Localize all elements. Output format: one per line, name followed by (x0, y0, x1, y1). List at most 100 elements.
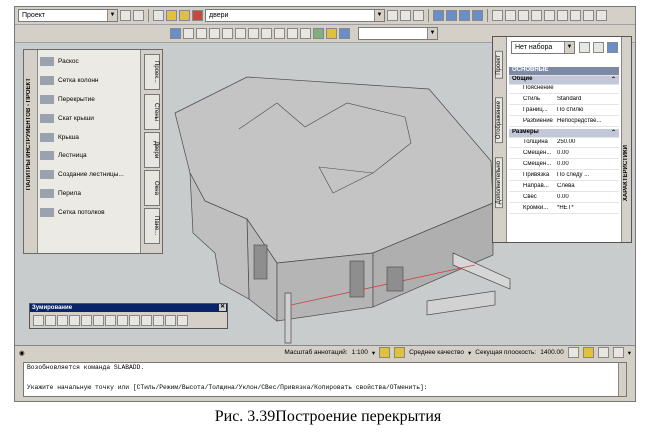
status-tool-icon[interactable] (567, 347, 579, 358)
status-menu-icon[interactable]: ◉ (19, 349, 25, 357)
tab-display[interactable]: Отображение (495, 97, 503, 144)
property-row[interactable]: Направ... Слева (509, 183, 619, 192)
zoom-previous-icon[interactable] (153, 315, 164, 326)
layer-states-icon[interactable] (413, 10, 424, 21)
draw-icon[interactable] (492, 10, 503, 21)
visual-style-icon[interactable] (339, 28, 350, 39)
zoom-realtime-icon[interactable] (33, 315, 44, 326)
tab-project[interactable]: Проект (495, 51, 503, 79)
pan-icon[interactable] (165, 315, 176, 326)
category-general[interactable]: Общие ⌃ (509, 76, 619, 85)
annotation-scale-value[interactable]: 1:100 (352, 349, 368, 356)
tile-view-icon[interactable] (446, 10, 457, 21)
bulb-icon[interactable] (582, 347, 594, 358)
layer-make-current-icon[interactable] (387, 10, 398, 21)
tool-palette-item[interactable]: Сетка колонн (40, 71, 140, 90)
toggle-pickadd-icon[interactable] (607, 42, 618, 53)
tool-palette-item[interactable]: Создание лестницы... (40, 165, 140, 184)
tool-palette-tab[interactable]: Проек... (144, 54, 160, 90)
layer-manager-icon[interactable] (153, 10, 164, 21)
property-value[interactable]: 0.00 (557, 150, 569, 156)
view-icon[interactable] (583, 10, 594, 21)
view-cube-icon[interactable] (261, 28, 272, 39)
lightbulb-icon[interactable] (166, 10, 177, 21)
tool-palette-tab[interactable]: Двери (144, 132, 160, 168)
move-icon[interactable] (557, 10, 568, 21)
zoom-dynamic-icon[interactable] (57, 315, 68, 326)
drawing-viewport[interactable]: ПАЛИТРЫ ИНСТРУМЕНТОВ - ПРОЕКТ Раскос Сетк… (15, 36, 635, 345)
house-icon[interactable] (274, 28, 285, 39)
property-value[interactable]: По стилю (557, 107, 583, 113)
property-row[interactable]: Разбиение Непосредстве... (509, 118, 619, 127)
property-value[interactable]: 0.00 (557, 161, 569, 167)
tool-palette-item[interactable]: Скат крыши (40, 109, 140, 128)
command-scrollbar[interactable] (618, 363, 626, 396)
tile-view-icon[interactable] (459, 10, 470, 21)
tool-palette-item[interactable]: Раскос (40, 52, 140, 71)
tool-palette-item[interactable]: Лестница (40, 146, 140, 165)
property-value[interactable]: Слева (557, 183, 575, 189)
chevron-down-icon[interactable]: ▾ (468, 349, 471, 357)
layer-select[interactable]: двери ▼ (205, 9, 385, 22)
chevron-down-icon[interactable]: ▾ (628, 349, 631, 357)
pan-icon[interactable] (183, 28, 194, 39)
elevation-icon[interactable] (300, 28, 311, 39)
property-row[interactable]: Кромки... *НЕТ* (509, 205, 619, 214)
zoom-toolbar-title[interactable]: Зумирование ✕ (30, 304, 227, 312)
region-icon[interactable] (531, 10, 542, 21)
select-objects-icon[interactable] (593, 42, 604, 53)
layout-icon[interactable] (120, 10, 131, 21)
camera-icon[interactable] (248, 28, 259, 39)
property-row[interactable]: Привязка По следу ... (509, 172, 619, 181)
walk-icon[interactable] (222, 28, 233, 39)
annotation-visibility-icon[interactable] (379, 347, 391, 358)
property-row[interactable]: Смещен... 0.00 (509, 161, 619, 170)
property-value[interactable]: 250.00 (557, 139, 575, 145)
layer-previous-icon[interactable] (400, 10, 411, 21)
tool-palette-item[interactable]: Перекрытие (40, 90, 140, 109)
tool-palette-tab[interactable]: Пане... (144, 208, 160, 244)
property-row[interactable]: Свес 0.00 (509, 194, 619, 203)
render-icon[interactable] (313, 28, 324, 39)
tool-palette-item[interactable]: Крыша (40, 128, 140, 147)
tab-extended[interactable]: Дополнительно (495, 157, 503, 209)
grid-icon[interactable] (544, 10, 555, 21)
zoom-window-icon[interactable] (45, 315, 56, 326)
auto-scale-icon[interactable] (394, 347, 406, 358)
isolate-icon[interactable] (597, 347, 609, 358)
project-select[interactable]: Проект ▼ (18, 9, 118, 22)
category-sizes[interactable]: Размеры ⌃ (509, 129, 619, 138)
sun-icon[interactable] (179, 10, 190, 21)
section-plane-value[interactable]: 1400.00 (540, 349, 564, 356)
command-line[interactable]: Возобновляется команда SLABADD. Укажите … (23, 362, 627, 397)
zoom-icon[interactable] (196, 28, 207, 39)
tool-palette-item[interactable]: Перила (40, 184, 140, 203)
tool-palette-tab[interactable]: Окна (144, 170, 160, 206)
chevron-down-icon[interactable]: ▼ (564, 42, 574, 53)
view-select[interactable]: ▼ (358, 27, 438, 40)
chevron-down-icon[interactable]: ▼ (374, 10, 384, 21)
tool-palette-item[interactable]: Сетка потолков (40, 203, 140, 222)
tool-palette-titlebar[interactable]: ПАЛИТРЫ ИНСТРУМЕНТОВ - ПРОЕКТ (24, 50, 38, 253)
chevron-down-icon[interactable]: ▾ (372, 349, 375, 357)
zoom-object-icon[interactable] (93, 315, 104, 326)
property-value[interactable]: По следу ... (557, 172, 589, 178)
properties-titlebar[interactable]: ХАРАКТЕРИСТИКИ (621, 37, 631, 242)
section-main-header[interactable]: ОСНОВНЫЕ (509, 67, 619, 76)
property-value[interactable]: Standard (557, 96, 581, 102)
chevron-down-icon[interactable]: ▼ (427, 28, 437, 39)
measure-icon[interactable] (505, 10, 516, 21)
tile-view-icon[interactable] (433, 10, 444, 21)
tool-palette-tab[interactable]: Стены (144, 94, 160, 130)
close-icon[interactable]: ✕ (219, 304, 226, 311)
fly-icon[interactable] (235, 28, 246, 39)
move-icon[interactable] (177, 315, 188, 326)
save-icon[interactable] (133, 10, 144, 21)
quick-select-icon[interactable] (579, 42, 590, 53)
zoom-center-icon[interactable] (81, 315, 92, 326)
property-value[interactable]: Непосредстве... (557, 118, 602, 124)
copy-icon[interactable] (570, 10, 581, 21)
fullscreen-icon[interactable] (612, 347, 624, 358)
property-row[interactable]: Пояснение (509, 85, 619, 94)
property-row[interactable]: Толщина 250.00 (509, 139, 619, 148)
